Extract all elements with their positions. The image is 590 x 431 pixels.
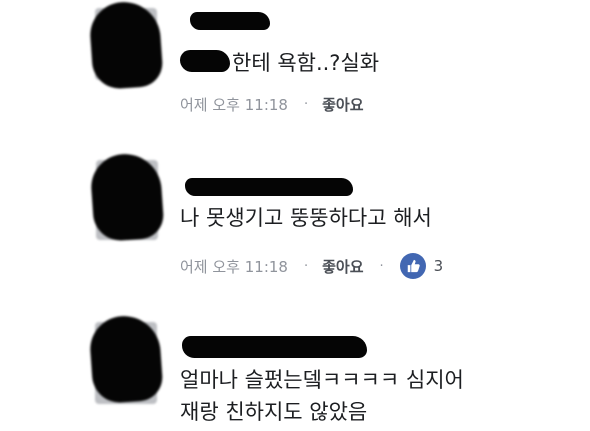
comment-text: 나 못생기고 뚱뚱하다고 해서 [180,206,432,230]
thumbs-up-glyph [407,259,420,273]
meta-separator: · [303,97,309,112]
avatar[interactable] [95,322,157,404]
meta-separator: · [379,258,384,274]
like-button[interactable]: 좋아요 [322,94,363,115]
avatar[interactable] [96,160,158,240]
like-button[interactable]: 좋아요 [322,256,363,277]
commenter-name-redacted[interactable] [185,178,353,196]
avatar[interactable] [95,8,157,80]
comment-meta: 어제 오후 11:18 · 좋아요 [180,94,364,115]
comment-text: 한테 욕함..?실화 [180,47,379,79]
comment-text-line-2: 재랑 친하지도 않았음 [180,400,368,424]
comment-timestamp[interactable]: 어제 오후 11:18 [180,94,288,115]
comment-meta: 어제 오후 11:18 · 좋아요 · 3 [180,253,443,279]
meta-separator: · [303,258,309,274]
commenter-name-redacted[interactable] [190,12,270,30]
redacted-mention [180,50,230,72]
reaction-count[interactable]: 3 [434,257,444,275]
comment-text-line-1: 얼마나 슬펐는뎈ㅋㅋㅋㅋ 심지어 [180,368,464,392]
comment-timestamp[interactable]: 어제 오후 11:18 [180,256,288,277]
commenter-name-redacted[interactable] [182,336,367,358]
thumbs-up-icon[interactable] [399,253,426,279]
